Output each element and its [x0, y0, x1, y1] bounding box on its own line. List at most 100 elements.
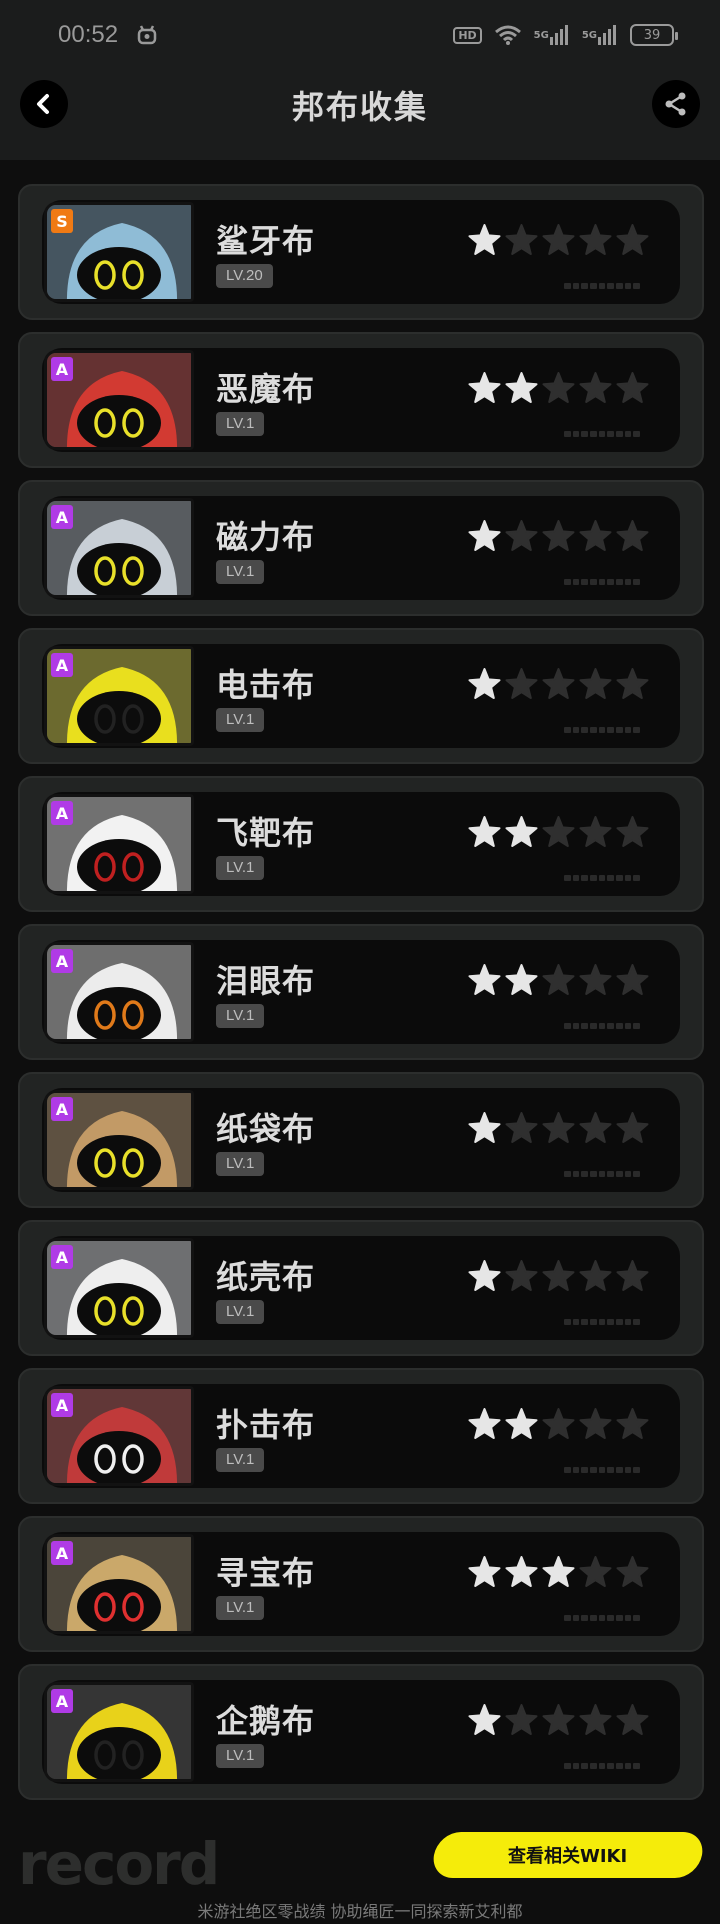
bangboo-card[interactable]: A 寻宝布 LV.1	[18, 1516, 704, 1652]
star-filled-icon	[468, 1704, 501, 1735]
star-rating	[468, 520, 649, 553]
bangboo-name: 飞靶布	[216, 814, 316, 852]
decorative-stripe-segment	[581, 875, 589, 881]
decorative-stripe-segment	[590, 1171, 597, 1177]
decorative-stripe-segment	[572, 1023, 580, 1029]
decorative-stripe-segment	[590, 1023, 597, 1029]
view-wiki-button[interactable]: 查看相关WIKI	[429, 1832, 707, 1878]
star-empty-icon	[616, 964, 649, 995]
rank-badge-s: S	[51, 209, 73, 233]
bangboo-level: LV.1	[216, 856, 265, 880]
bangboo-card[interactable]: A 企鹅布 LV.1	[18, 1664, 704, 1800]
bangboo-level: LV.1	[216, 1004, 265, 1028]
bangboo-card[interactable]: S 鲨牙布 LV.20	[18, 184, 704, 320]
bangboo-card[interactable]: A 飞靶布 LV.1	[18, 776, 704, 912]
star-empty-icon	[505, 1112, 538, 1143]
decorative-stripe-segment	[624, 431, 632, 437]
decorative-stripe-segment	[564, 579, 571, 585]
decorative-stripe-segment	[590, 1615, 597, 1621]
decorative-stripe-segment	[581, 579, 589, 585]
bangboo-level: LV.1	[216, 1300, 265, 1324]
decorative-stripe-segment	[564, 1319, 571, 1325]
bangboo-portrait: A	[44, 646, 194, 746]
decorative-stripe-segment	[564, 1467, 571, 1473]
bangboo-card[interactable]: A 泪眼布 LV.1	[18, 924, 704, 1060]
decorative-stripe-segment	[624, 1319, 632, 1325]
decorative-stripe-segment	[633, 1763, 641, 1769]
decorative-stripe-segment	[607, 1467, 615, 1473]
star-empty-icon	[579, 1704, 612, 1735]
decorative-stripe-segment	[572, 1319, 580, 1325]
decorative-stripe-segment	[572, 1615, 580, 1621]
decorative-stripe	[564, 1022, 641, 1030]
star-empty-icon	[579, 1408, 612, 1439]
share-button[interactable]	[652, 80, 700, 128]
back-button[interactable]	[20, 80, 68, 128]
decorative-stripe-segment	[633, 1171, 641, 1177]
star-rating	[468, 1556, 649, 1589]
bangboo-level: LV.1	[216, 560, 265, 584]
star-filled-icon	[468, 224, 501, 255]
star-empty-icon	[542, 1260, 575, 1291]
bangboo-portrait: A	[44, 1238, 194, 1338]
decorative-stripe-segment	[590, 875, 597, 881]
decorative-stripe-segment	[564, 431, 571, 437]
star-filled-icon	[468, 964, 501, 995]
star-filled-icon	[505, 1556, 538, 1587]
decorative-stripe-segment	[616, 1615, 623, 1621]
bangboo-portrait: A	[44, 498, 194, 598]
star-empty-icon	[542, 372, 575, 403]
bangboo-card[interactable]: A 磁力布 LV.1	[18, 480, 704, 616]
page-title: 邦布收集	[291, 88, 428, 126]
star-filled-icon	[505, 816, 538, 847]
battery-icon: 39	[630, 24, 678, 46]
star-rating	[468, 1408, 649, 1441]
bangboo-name: 鲨牙布	[216, 222, 316, 260]
decorative-stripe-segment	[598, 1467, 606, 1473]
decorative-stripe-segment	[564, 1763, 571, 1769]
signal-label-2: 5G	[581, 29, 597, 41]
star-empty-icon	[616, 816, 649, 847]
bangboo-name: 扑击布	[216, 1406, 316, 1444]
bangboo-card[interactable]: A 扑击布 LV.1	[18, 1368, 704, 1504]
decorative-stripe-segment	[616, 431, 623, 437]
star-empty-icon	[579, 1556, 612, 1587]
bangboo-card[interactable]: A 恶魔布 LV.1	[18, 332, 704, 468]
bangboo-card[interactable]: A 电击布 LV.1	[18, 628, 704, 764]
decorative-stripe-segment	[590, 283, 597, 289]
decorative-stripe-segment	[598, 727, 606, 733]
footer-tagline: 米游社绝区零战绩 协助绳匠一同探索新艾利都	[197, 1902, 523, 1921]
decorative-stripe-segment	[581, 283, 589, 289]
star-empty-icon	[542, 964, 575, 995]
decorative-stripe-segment	[572, 283, 580, 289]
decorative-stripe-segment	[590, 579, 597, 585]
bangboo-level: LV.1	[216, 1152, 265, 1176]
bangboo-level: LV.1	[216, 1448, 265, 1472]
decorative-stripe-segment	[607, 579, 615, 585]
star-empty-icon	[542, 224, 575, 255]
star-rating	[468, 1260, 649, 1293]
star-filled-icon	[468, 1260, 501, 1291]
bangboo-card[interactable]: A 纸袋布 LV.1	[18, 1072, 704, 1208]
decorative-stripe-segment	[598, 1763, 606, 1769]
rank-badge-a: A	[51, 1541, 73, 1565]
decorative-stripe-segment	[616, 1763, 623, 1769]
decorative-stripe-segment	[581, 431, 589, 437]
bangboo-name: 企鹅布	[216, 1702, 316, 1740]
star-empty-icon	[579, 668, 612, 699]
app-header: 邦布收集	[0, 70, 720, 160]
star-filled-icon	[505, 964, 538, 995]
star-filled-icon	[468, 520, 501, 551]
bangboo-card[interactable]: A 纸壳布 LV.1	[18, 1220, 704, 1356]
bangboo-name: 恶魔布	[216, 370, 316, 408]
star-filled-icon	[468, 1112, 501, 1143]
decorative-stripe-segment	[633, 1319, 641, 1325]
bangboo-portrait: A	[44, 1090, 194, 1190]
bangboo-portrait: S	[44, 202, 194, 302]
star-empty-icon	[505, 1704, 538, 1735]
decorative-stripe-segment	[581, 1171, 589, 1177]
decorative-stripe-segment	[633, 283, 641, 289]
star-empty-icon	[579, 372, 612, 403]
star-empty-icon	[616, 1556, 649, 1587]
decorative-stripe-segment	[564, 727, 571, 733]
